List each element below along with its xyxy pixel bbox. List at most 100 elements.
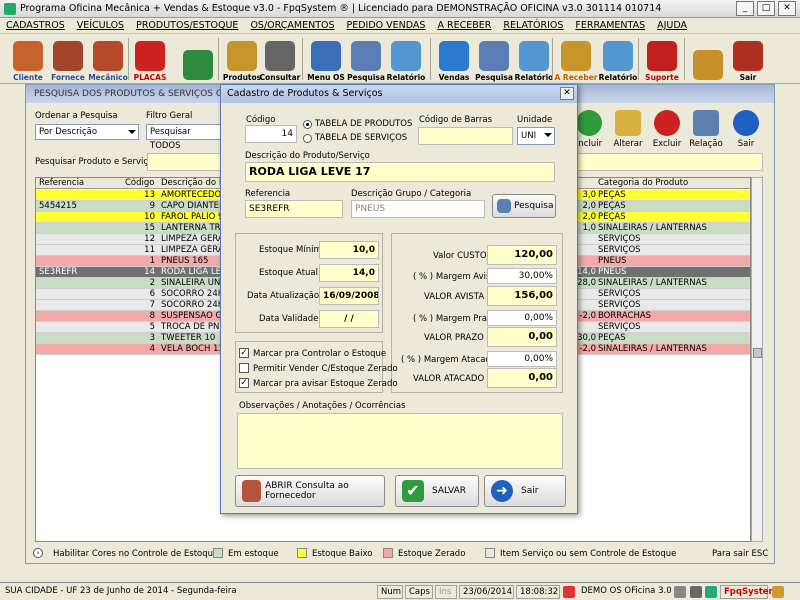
grid-scrollbar[interactable] (751, 177, 763, 542)
arrow-right-icon: ➜ (491, 480, 513, 502)
toolbar-button-relat-rio[interactable]: Relatório (386, 36, 426, 82)
estoque-atual-field[interactable]: 14,0 (319, 264, 379, 282)
menu-os-orcamentos[interactable]: OS/ORÇAMENTOS (250, 20, 334, 31)
valor-avista-field[interactable]: 156,00 (487, 286, 557, 306)
menu-ajuda[interactable]: AJUDA (657, 20, 687, 31)
radio-tabela-produtos[interactable] (303, 120, 312, 129)
toolbar-button-produtos[interactable]: Produtos (222, 36, 262, 82)
cell-cod: 6 (149, 289, 155, 299)
toolbar-button-relat-rio[interactable]: Relatório (598, 36, 638, 82)
menu-ferramentas[interactable]: FERRAMENTAS (575, 20, 645, 31)
toolbar-button-item-16[interactable] (688, 36, 728, 82)
cell-cat: SINALEIRAS / LANTERNAS (598, 344, 707, 354)
cell-cod: 14 (144, 267, 155, 277)
filter-select[interactable]: Pesquisar TODOS (146, 124, 222, 151)
maximize-button[interactable]: □ (757, 1, 775, 16)
toolbar-button-pesquisa[interactable]: Pesquisa (346, 36, 386, 82)
barcode-label: Código de Barras (419, 115, 493, 125)
toolbar-button-cliente[interactable]: Cliente (8, 36, 48, 82)
toolbar-button-pesquisa[interactable]: Pesquisa (474, 36, 514, 82)
descricao-field[interactable]: RODA LIGA LEVE 17 (245, 162, 555, 182)
toolbar-button-vendas[interactable]: Vendas (434, 36, 474, 82)
chk-controlar-estoque[interactable]: ✓ (239, 348, 249, 358)
menu-pedido-vendas[interactable]: PEDIDO VENDAS (347, 20, 426, 31)
sair-label: Sair (521, 486, 539, 496)
radio-tabela-servicos[interactable] (303, 134, 312, 143)
menu-produtos-estoque[interactable]: PRODUTOS/ESTOQUE (136, 20, 238, 31)
disk-icon (690, 586, 702, 598)
referencia-field[interactable]: SE3REFR (245, 200, 343, 218)
chk-avisar-zerado[interactable]: ✓ (239, 378, 249, 388)
toolbar-label: Produtos (222, 73, 262, 82)
toolbar-label: Suporte (645, 73, 679, 82)
cell-cat: SERVIÇOS (598, 322, 641, 332)
menu-a-receber[interactable]: A RECEBER (437, 20, 491, 31)
chk-permitir-zerado[interactable] (239, 363, 249, 373)
scrollbar-thumb[interactable] (753, 348, 762, 358)
pesquisa-grupo-button[interactable]: Pesquisa (492, 194, 556, 218)
toolbar-button-mec-nico[interactable]: Mecânico (88, 36, 128, 82)
data-validade-field[interactable]: / / (319, 310, 379, 328)
toolbar-button-suporte[interactable]: Suporte (642, 36, 682, 82)
toolbar-button-fornece[interactable]: Fornece (48, 36, 88, 82)
app-icon (4, 3, 16, 15)
toolbar-icon (733, 41, 763, 71)
close-button[interactable]: ✕ (778, 1, 796, 16)
valor-prazo-field[interactable]: 0,00 (487, 327, 557, 347)
toolbar-button-a-receber[interactable]: A Receber (555, 36, 597, 82)
toolbar-button-consultar[interactable]: Consultar (260, 36, 300, 82)
codigo-field[interactable]: 14 (245, 125, 297, 143)
toolbar-icon (479, 41, 509, 71)
toolbar-label: Sair (739, 73, 757, 82)
alterar-button[interactable]: Alterar (608, 110, 648, 149)
valor-atacado-field[interactable]: 0,00 (487, 368, 557, 388)
cell-cod: 5 (149, 322, 155, 332)
toolbar-icon (227, 41, 257, 71)
codigo-label: Código (246, 115, 276, 125)
cell-cod: 10 (144, 212, 155, 222)
toolbar-button-relat-rio[interactable]: Relatório (514, 36, 554, 82)
sair-button[interactable]: Sair (726, 110, 766, 149)
button-label: Excluir (652, 139, 682, 149)
cell-desc: CAPO DIANTEIR (161, 201, 221, 211)
cell-desc: AMORTECEDOR (161, 190, 221, 200)
rela-o-button[interactable]: Relação (686, 110, 726, 149)
radio-tabela-produtos-label: TABELA DE PRODUTOS (315, 119, 413, 129)
valor-custo-field[interactable]: 120,00 (487, 245, 557, 265)
excluir-button[interactable]: Excluir (647, 110, 687, 149)
margem-atacado-field[interactable]: 0,00% (487, 351, 557, 367)
minimize-button[interactable]: _ (736, 1, 754, 16)
margem-avista-field[interactable]: 30,00% (487, 268, 557, 284)
toggle-arrow-icon[interactable]: › (33, 548, 43, 558)
cell-desc: PNEUS 165 (161, 256, 209, 266)
toolbar-button-item-4[interactable] (178, 36, 218, 82)
consulta-fornecedor-button[interactable]: ABRIR Consulta ao Fornecedor (235, 475, 385, 507)
cell-desc: LANTERNA TRA (161, 223, 221, 233)
sair-button[interactable]: ➜ Sair (484, 475, 566, 507)
toolbar-button-menu-os[interactable]: Menu OS (306, 36, 346, 82)
salvar-button[interactable]: ✔ SALVAR (395, 475, 479, 507)
barcode-field[interactable] (418, 127, 513, 145)
col-codigo[interactable]: Código (125, 178, 155, 189)
menu-relatorios[interactable]: RELATÓRIOS (503, 20, 563, 31)
data-validade-label: Data Validade (259, 314, 319, 324)
dialog-close-button[interactable]: ✕ (560, 87, 574, 100)
margem-prazo-field[interactable]: 0,00% (487, 310, 557, 326)
cell-desc: SUSPENSÃO GO (161, 311, 221, 321)
toolbar-button-sair[interactable]: Sair (728, 36, 768, 82)
col-categoria[interactable]: Categoria do Produto (598, 178, 688, 189)
data-atualizacao-field[interactable]: 16/09/2008 (319, 287, 379, 305)
cell-desc: LIMPEZA GERAL (161, 234, 221, 244)
order-select[interactable]: Por Descrição (35, 124, 139, 140)
unidade-select[interactable]: UNI (517, 127, 555, 145)
menu-cadastros[interactable]: CADASTROS (6, 20, 65, 31)
toolbar-icon (53, 41, 83, 71)
menu-veiculos[interactable]: VEÍCULOS (77, 20, 124, 31)
toolbar-button-placas[interactable]: PLACAS (130, 36, 170, 82)
estoque-minimo-field[interactable]: 10,0 (319, 241, 379, 259)
cell-desc: SOCORRO 24HS (161, 289, 221, 299)
col-referencia[interactable]: Referencia (39, 178, 84, 189)
grupo-field[interactable]: PNEUS (351, 200, 485, 218)
toolbar-icon (311, 41, 341, 71)
observacoes-field[interactable] (237, 413, 563, 469)
